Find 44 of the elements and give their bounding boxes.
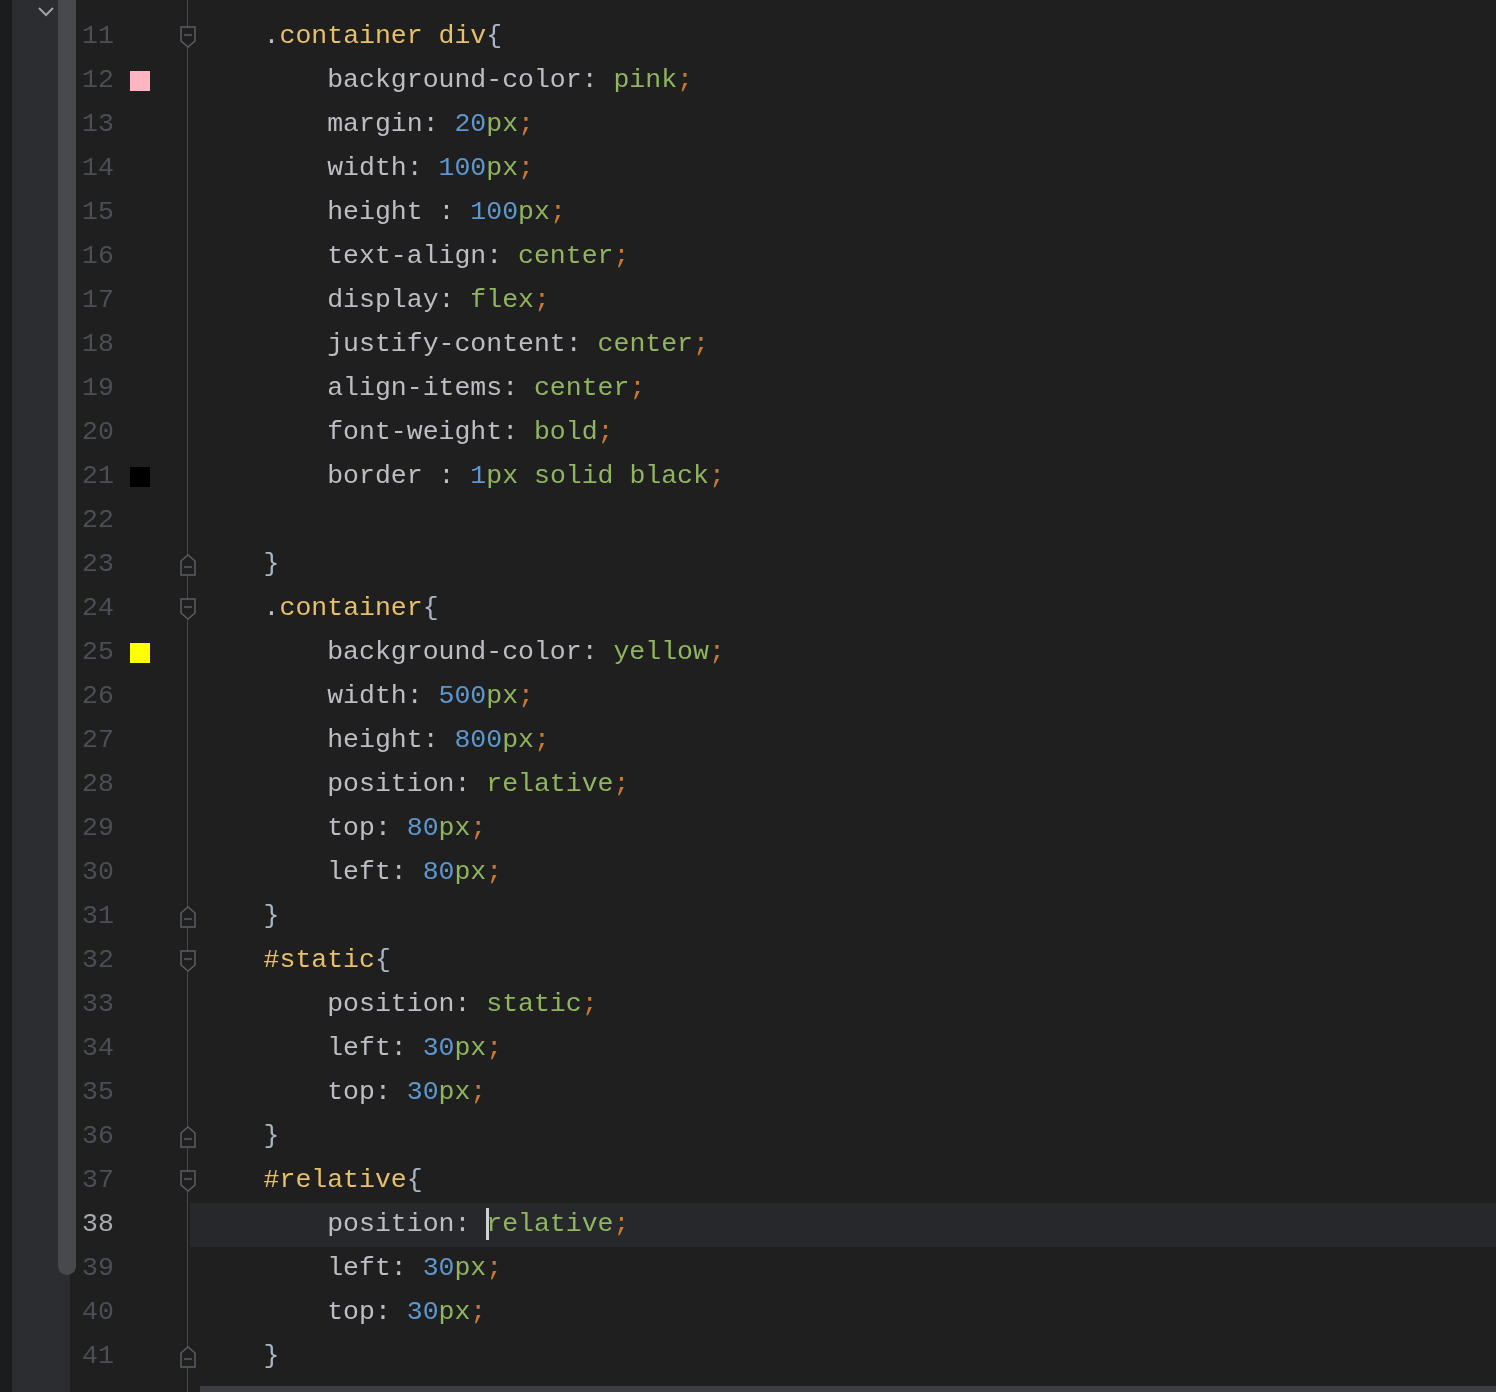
- code-line: position: relative;: [326, 768, 630, 802]
- code-line: }: [262, 1340, 280, 1374]
- code-line: width: 500px;: [326, 680, 534, 714]
- color-swatch[interactable]: [130, 643, 150, 663]
- code-line: position: static;: [326, 988, 598, 1022]
- code-line: .container div{: [262, 20, 503, 54]
- code-line: text-align: center;: [326, 240, 630, 274]
- fold-marker-icon[interactable]: [179, 597, 197, 621]
- code-line: position: relative;: [326, 1207, 630, 1243]
- code-line: display: flex;: [326, 284, 550, 318]
- code-line: top: 30px;: [326, 1076, 487, 1110]
- fold-marker-icon[interactable]: [179, 1169, 197, 1193]
- code-line: font-weight: bold;: [326, 416, 614, 450]
- code-line: width: 100px;: [326, 152, 534, 186]
- code-line: background-color: pink;: [326, 64, 693, 98]
- color-swatch[interactable]: [130, 467, 150, 487]
- fold-marker-icon[interactable]: [179, 1345, 197, 1369]
- fold-marker-icon[interactable]: [179, 553, 197, 577]
- color-swatch[interactable]: [130, 71, 150, 91]
- code-line: border : 1px solid black;: [326, 460, 725, 494]
- horizontal-scrollbar[interactable]: [200, 1386, 1496, 1392]
- code-line: #relative{: [262, 1164, 423, 1198]
- fold-marker-icon[interactable]: [179, 1125, 197, 1149]
- chevron-down-icon[interactable]: [36, 5, 56, 19]
- code-line: top: 30px;: [326, 1296, 487, 1330]
- fold-marker-icon[interactable]: [179, 25, 197, 49]
- code-line: }: [262, 1120, 280, 1154]
- code-line: align-items: center;: [326, 372, 646, 406]
- code-line: }: [262, 900, 280, 934]
- code-line: #static{: [262, 944, 391, 978]
- code-line: top: 80px;: [326, 812, 487, 846]
- code-line: left: 30px;: [326, 1032, 503, 1066]
- fold-marker-icon[interactable]: [179, 905, 197, 929]
- code-line: background-color: yellow;: [326, 636, 725, 670]
- code-line: .container{: [262, 592, 439, 626]
- code-line: justify-content: center;: [326, 328, 709, 362]
- code-line: margin: 20px;: [326, 108, 534, 142]
- code-line: height : 100px;: [326, 196, 566, 230]
- code-line: }: [262, 548, 280, 582]
- line-number: 38: [81, 1208, 115, 1242]
- code-line: left: 80px;: [326, 856, 503, 890]
- fold-marker-icon[interactable]: [179, 949, 197, 973]
- code-line: left: 30px;: [326, 1252, 503, 1286]
- code-line: height: 800px;: [326, 724, 550, 758]
